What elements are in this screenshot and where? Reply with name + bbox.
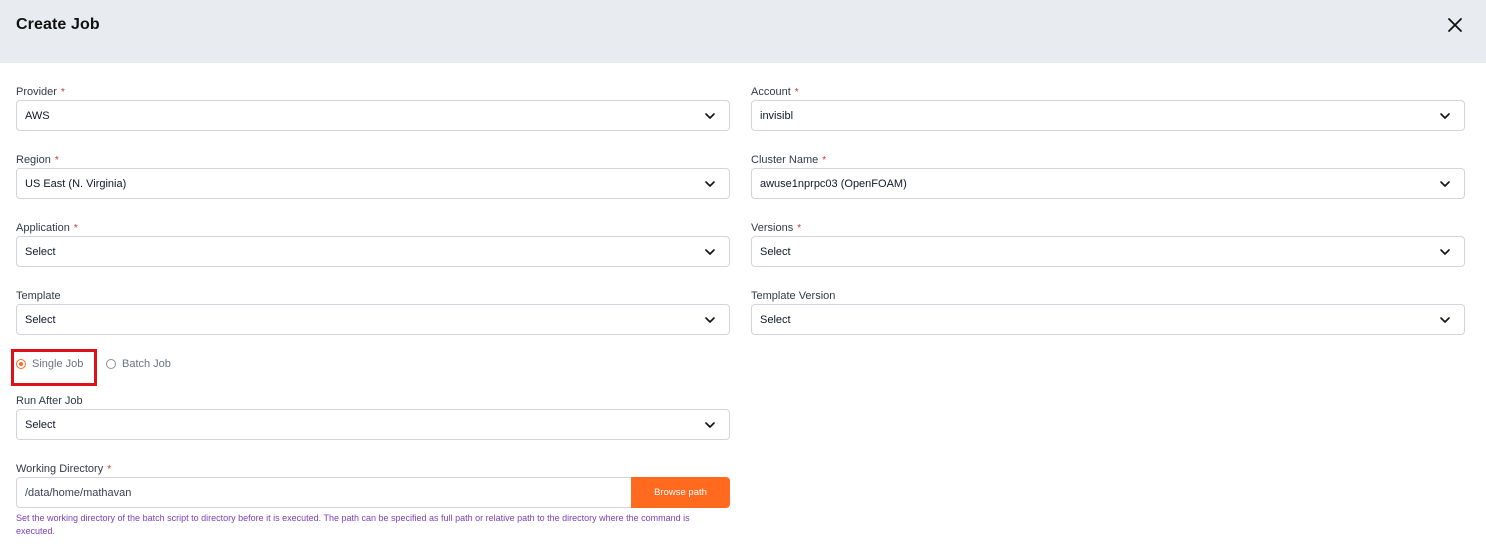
batch-job-radio[interactable] bbox=[106, 359, 116, 369]
single-job-label[interactable]: Single Job bbox=[32, 358, 83, 370]
region-select[interactable]: US East (N. Virginia) bbox=[16, 168, 730, 199]
browse-path-button[interactable]: Browse path bbox=[631, 477, 730, 508]
account-value: invisibl bbox=[760, 110, 794, 122]
chevron-down-icon bbox=[705, 422, 715, 428]
required-marker: * bbox=[60, 87, 65, 98]
working-directory-value: /data/home/mathavan bbox=[25, 487, 132, 499]
chevron-down-icon bbox=[1440, 317, 1450, 323]
chevron-down-icon bbox=[705, 317, 715, 323]
versions-value: Select bbox=[760, 246, 791, 258]
application-value: Select bbox=[25, 246, 56, 258]
working-directory-help: Set the working directory of the batch s… bbox=[16, 513, 690, 536]
chevron-down-icon bbox=[705, 181, 715, 187]
run-after-job-label: Run After Job bbox=[16, 395, 83, 407]
application-label: Application * bbox=[16, 222, 78, 234]
working-directory-input[interactable]: /data/home/mathavan bbox=[16, 477, 632, 508]
cluster-name-label: Cluster Name * bbox=[751, 154, 827, 166]
chevron-down-icon bbox=[1440, 181, 1450, 187]
required-marker: * bbox=[797, 223, 802, 234]
close-icon bbox=[1448, 18, 1462, 32]
required-marker: * bbox=[73, 223, 78, 234]
template-version-select[interactable]: Select bbox=[751, 304, 1465, 335]
chevron-down-icon bbox=[705, 113, 715, 119]
required-marker: * bbox=[794, 87, 799, 98]
single-job-radio[interactable] bbox=[16, 359, 26, 369]
provider-select[interactable]: AWS bbox=[16, 100, 730, 131]
provider-label: Provider * bbox=[16, 86, 65, 98]
versions-select[interactable]: Select bbox=[751, 236, 1465, 267]
template-select[interactable]: Select bbox=[16, 304, 730, 335]
account-label: Account * bbox=[751, 86, 799, 98]
template-version-value: Select bbox=[760, 314, 791, 326]
working-directory-label: Working Directory * bbox=[16, 463, 112, 475]
required-marker: * bbox=[107, 464, 112, 475]
run-after-job-value: Select bbox=[25, 419, 56, 431]
required-marker: * bbox=[822, 155, 827, 166]
template-value: Select bbox=[25, 314, 56, 326]
template-version-label: Template Version bbox=[751, 290, 836, 302]
batch-job-label[interactable]: Batch Job bbox=[122, 358, 171, 370]
chevron-down-icon bbox=[1440, 249, 1450, 255]
modal-header: Create Job bbox=[0, 0, 1486, 63]
run-after-job-select[interactable]: Select bbox=[16, 409, 730, 440]
cluster-name-select[interactable]: awuse1nprpc03 (OpenFOAM) bbox=[751, 168, 1465, 199]
account-select[interactable]: invisibl bbox=[751, 100, 1465, 131]
close-button[interactable] bbox=[1444, 14, 1466, 36]
chevron-down-icon bbox=[1440, 113, 1450, 119]
chevron-down-icon bbox=[705, 249, 715, 255]
template-label: Template bbox=[16, 290, 61, 302]
application-select[interactable]: Select bbox=[16, 236, 730, 267]
region-value: US East (N. Virginia) bbox=[25, 178, 127, 190]
cluster-name-value: awuse1nprpc03 (OpenFOAM) bbox=[760, 178, 907, 190]
required-marker: * bbox=[54, 155, 59, 166]
region-label: Region * bbox=[16, 154, 59, 166]
versions-label: Versions * bbox=[751, 222, 802, 234]
modal-title: Create Job bbox=[16, 16, 100, 33]
provider-value: AWS bbox=[25, 110, 50, 122]
